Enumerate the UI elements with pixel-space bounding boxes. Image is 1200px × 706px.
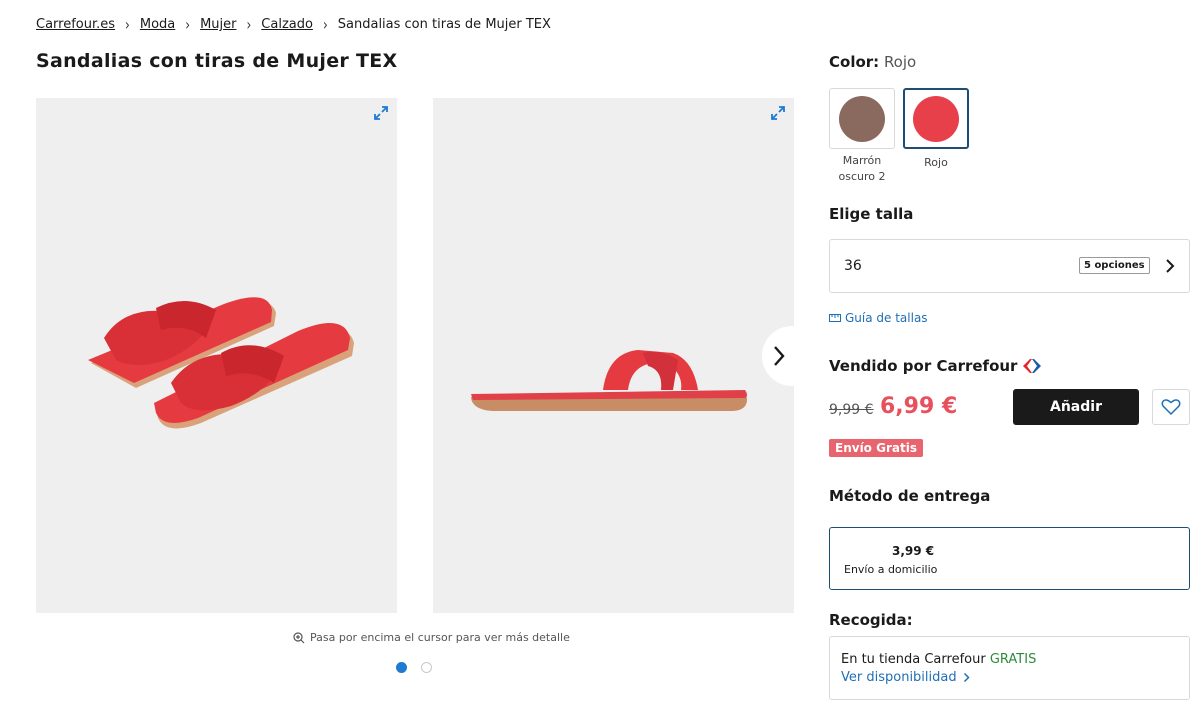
color-swatch-marron[interactable] bbox=[829, 88, 895, 149]
chevron-right-icon bbox=[774, 346, 785, 366]
ruler-icon bbox=[829, 314, 841, 322]
swatch-circle bbox=[839, 95, 885, 142]
color-label: Color: Rojo bbox=[829, 53, 916, 71]
chevron-right-icon bbox=[1166, 259, 1175, 273]
color-swatch-label: Marrón oscuro 2 bbox=[838, 154, 886, 183]
color-swatch-rojo[interactable] bbox=[903, 88, 969, 149]
pickup-card: En tu tienda Carrefour GRATIS Ver dispon… bbox=[829, 636, 1190, 700]
zoom-hint: Pasa por encima el cursor para ver más d… bbox=[293, 631, 570, 644]
favorite-button[interactable] bbox=[1152, 389, 1190, 425]
chevron-right-icon: › bbox=[322, 15, 328, 34]
size-guide-link[interactable]: Guía de tallas bbox=[829, 311, 928, 325]
carrefour-logo-icon bbox=[1023, 359, 1042, 373]
swatch-circle bbox=[913, 95, 959, 142]
sold-by: Vendido por Carrefour bbox=[829, 357, 1043, 375]
chevron-right-icon: › bbox=[246, 15, 252, 34]
breadcrumb-link-moda[interactable]: Moda bbox=[140, 17, 175, 32]
pickup-store-line: En tu tienda Carrefour GRATIS bbox=[841, 652, 1036, 667]
expand-icon[interactable] bbox=[373, 105, 389, 121]
size-options-badge: 5 opciones bbox=[1079, 257, 1150, 274]
pickup-free-label: GRATIS bbox=[989, 652, 1037, 667]
size-selector[interactable]: 36 5 opciones bbox=[829, 239, 1190, 293]
delivery-option-home[interactable]: 3,99 € Envío a domicilio bbox=[829, 527, 1190, 590]
pagination-dot-1[interactable] bbox=[396, 662, 407, 673]
expand-icon[interactable] bbox=[770, 105, 786, 121]
sandal-side-illustration bbox=[471, 350, 748, 411]
chevron-right-icon bbox=[963, 672, 970, 683]
current-price: 6,99 € bbox=[880, 394, 958, 419]
pagination-dot-2[interactable] bbox=[421, 662, 432, 673]
size-title: Elige talla bbox=[829, 205, 914, 223]
breadcrumb: Carrefour.es › Moda › Mujer › Calzado › … bbox=[36, 15, 551, 34]
breadcrumb-link-mujer[interactable]: Mujer bbox=[200, 17, 236, 32]
pickup-title: Recogida: bbox=[829, 611, 913, 629]
breadcrumb-current: Sandalias con tiras de Mujer TEX bbox=[337, 17, 551, 32]
heart-icon bbox=[1161, 399, 1181, 416]
sandal-pair-illustration bbox=[88, 297, 354, 429]
availability-link[interactable]: Ver disponibilidad bbox=[841, 670, 970, 685]
chevron-right-icon: › bbox=[185, 15, 191, 34]
gallery-pagination bbox=[396, 662, 432, 673]
product-image-side[interactable] bbox=[433, 98, 794, 613]
zoom-hint-text: Pasa por encima el cursor para ver más d… bbox=[310, 631, 570, 644]
breadcrumb-link-calzado[interactable]: Calzado bbox=[261, 17, 313, 32]
add-to-cart-button[interactable]: Añadir bbox=[1013, 389, 1139, 425]
delivery-desc: Envío a domicilio bbox=[844, 563, 938, 576]
delivery-title: Método de entrega bbox=[829, 487, 991, 505]
sold-by-label: Vendido por Carrefour bbox=[829, 357, 1018, 375]
color-selected-value: Rojo bbox=[883, 53, 917, 71]
color-swatch-label: Rojo bbox=[924, 156, 948, 169]
size-selected-value: 36 bbox=[844, 258, 862, 274]
delivery-price: 3,99 € bbox=[892, 544, 935, 558]
chevron-right-icon: › bbox=[125, 15, 130, 34]
free-shipping-badge: Envío Gratis bbox=[829, 439, 923, 457]
product-image-pair[interactable] bbox=[36, 98, 397, 613]
page-title: Sandalias con tiras de Mujer TEX bbox=[36, 50, 398, 72]
old-price: 9,99 € bbox=[829, 402, 874, 418]
breadcrumb-link-home[interactable]: Carrefour.es bbox=[36, 17, 115, 32]
zoom-icon bbox=[293, 631, 305, 643]
availability-label: Ver disponibilidad bbox=[841, 670, 957, 685]
size-guide-label: Guía de tallas bbox=[845, 311, 928, 325]
pickup-store-text: En tu tienda Carrefour bbox=[841, 652, 990, 667]
color-label-text: Color: bbox=[829, 53, 880, 71]
